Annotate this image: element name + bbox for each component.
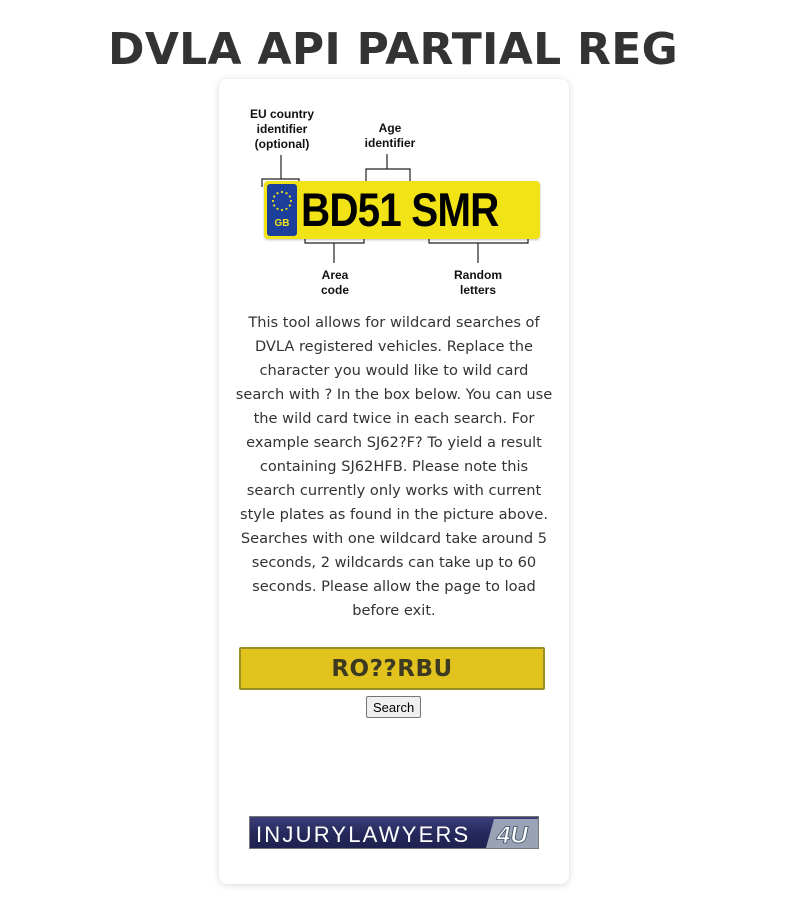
injury-lawyers-4u-logo[interactable]: INJURYLAWYERS 4U [249,816,539,849]
description-paragraph: This tool allows for wildcard searches o… [235,314,553,523]
number-plate-diagram: EU country identifier (optional) Age ide… [247,101,547,306]
tool-description: This tool allows for wildcard searches o… [235,311,553,623]
eu-stars-icon [271,190,293,212]
search-button[interactable]: Search [366,696,422,718]
registration-search-input[interactable] [239,647,545,690]
random-letters-label: Random letters [454,268,502,297]
country-code: GB [274,218,290,229]
logo-text-suffix: 4U [496,822,528,849]
number-plate: GB BD51 SMR [264,181,540,239]
search-card: EU country identifier (optional) Age ide… [219,79,569,884]
eu-flag-band: GB [267,184,297,236]
logo-text-main: INJURYLAWYERS [256,822,470,847]
description-paragraph: Searches with one wildcard take around 5… [240,530,548,619]
area-code-label: Area code [320,268,349,297]
plate-registration-text: BD51 SMR [301,183,499,236]
logo-graphic: INJURYLAWYERS 4U [256,819,538,849]
